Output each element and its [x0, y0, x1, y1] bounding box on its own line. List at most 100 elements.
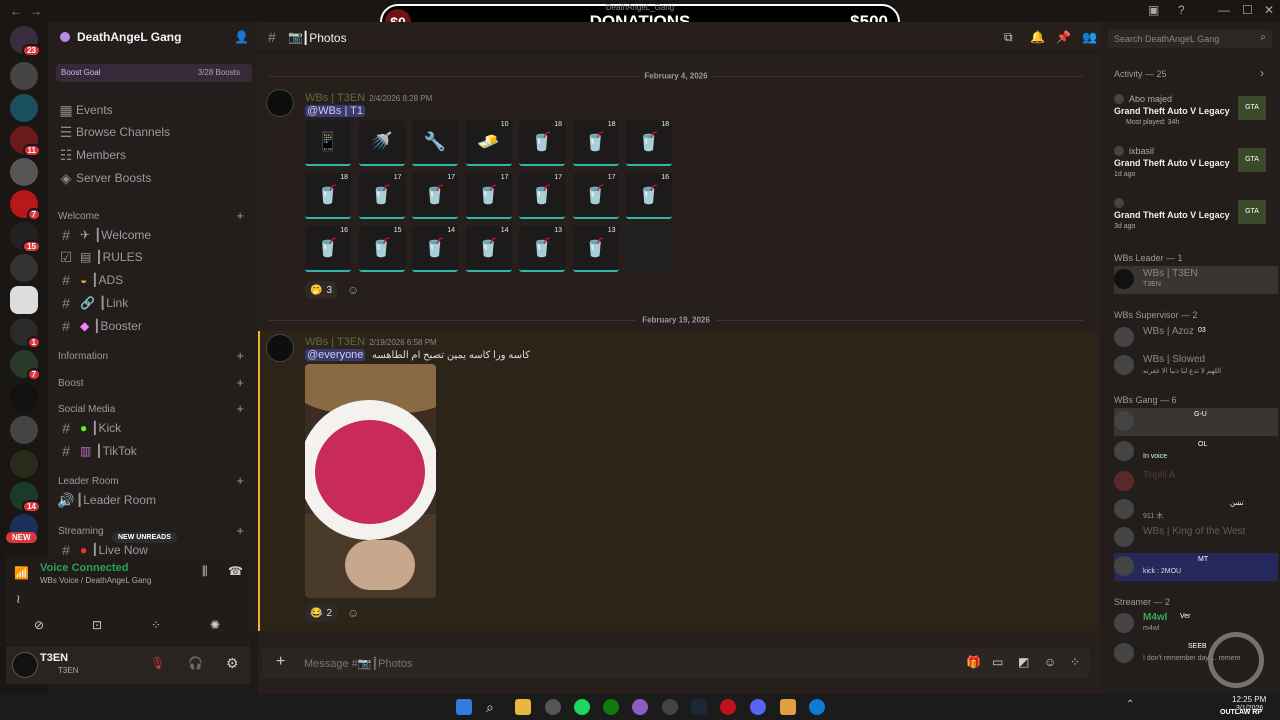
search-box[interactable]: Search DeathAngeL Gang ⌕	[1108, 30, 1272, 48]
channel-link[interactable]: # 🔗 ┃Link	[56, 293, 252, 313]
category-welcome[interactable]: Welcome	[58, 211, 100, 222]
disconnect-icon[interactable]: ☎	[228, 564, 243, 578]
app-icon[interactable]	[632, 699, 648, 715]
add-channel-icon[interactable]: +	[236, 348, 244, 363]
new-unreads-pill[interactable]: NEW UNREADS	[112, 532, 177, 543]
activity-item[interactable]: ixbasil Grand Theft Auto V Legacy 1d ago…	[1114, 144, 1278, 178]
server-icon[interactable]	[10, 450, 38, 478]
member-list-icon[interactable]: 👥	[1082, 30, 1097, 44]
server-icon[interactable]	[10, 384, 38, 412]
maximize-icon[interactable]: ☐	[1242, 3, 1253, 17]
add-channel-icon[interactable]: +	[236, 208, 244, 223]
add-channel-icon[interactable]: +	[236, 523, 244, 538]
category-social-media[interactable]: Social Media	[58, 404, 115, 415]
activities-icon[interactable]: ⁘	[151, 618, 161, 632]
edge-icon[interactable]	[809, 699, 825, 715]
channel-ads[interactable]: # ◒ ┃ADS	[56, 270, 252, 290]
message-composer[interactable]: + Message #📷┃Photos 🎁 ▭ ◩ ☺ ⁘	[262, 648, 1090, 678]
spotify-icon[interactable]	[574, 699, 590, 715]
signal-icon[interactable]: 📶	[14, 566, 29, 580]
apps-icon[interactable]: ⁘	[1070, 655, 1080, 669]
everyone-mention[interactable]: @everyone	[305, 349, 366, 361]
member-item[interactable]: M4wl Ver m4wl	[1114, 610, 1278, 638]
server-icon[interactable]: 7	[10, 190, 41, 221]
drink-photo[interactable]	[305, 364, 436, 598]
server-icon[interactable]: 7	[10, 350, 41, 381]
server-icon-selected[interactable]	[10, 286, 38, 314]
reaction[interactable]: 🤭 3	[305, 281, 338, 299]
message-author[interactable]: WBs | T3EN 2/4/2026 8:28 PM	[305, 92, 432, 104]
sticker-icon[interactable]: ◩	[1018, 655, 1029, 669]
message-input[interactable]: Message #📷┃Photos	[304, 657, 412, 670]
close-icon[interactable]: ✕	[1264, 3, 1274, 17]
chevron-right-icon[interactable]: ›	[1260, 66, 1264, 80]
category-leader-room[interactable]: Leader Room	[58, 476, 119, 487]
server-icon[interactable]	[10, 94, 38, 122]
category-boost[interactable]: Boost	[58, 378, 84, 389]
channel-rules[interactable]: ☑ ▤ ┃RULES	[56, 247, 252, 267]
channel-welcome[interactable]: # ✈ ┃Welcome	[56, 225, 252, 245]
app-icon[interactable]	[780, 699, 796, 715]
channel-tiktok[interactable]: # ▥ ┃TikTok	[56, 441, 252, 461]
bell-icon[interactable]: 🔔	[1030, 30, 1045, 44]
chevron-down-icon[interactable]: ⌄	[164, 30, 172, 41]
server-icon[interactable]: 14	[10, 482, 41, 513]
headphones-icon[interactable]: 🎧	[188, 656, 203, 670]
add-channel-icon[interactable]: +	[236, 401, 244, 416]
soundboard-icon[interactable]: ⫼	[202, 564, 208, 579]
member-item[interactable]: WBs | Slowed اللهم لا تدع لنا ذنبا الا غ…	[1114, 352, 1278, 380]
gear-icon[interactable]: ⚙	[226, 655, 239, 672]
server-icon[interactable]: 15	[10, 222, 41, 253]
server-icon[interactable]	[10, 158, 38, 186]
app-icon[interactable]	[662, 699, 678, 715]
category-streaming[interactable]: Streaming	[58, 526, 104, 537]
xbox-icon[interactable]	[603, 699, 619, 715]
activity-item[interactable]: Abo majed Grand Theft Auto V Legacy Most…	[1114, 92, 1278, 126]
help-icon[interactable]: ?	[1178, 3, 1185, 17]
opera-icon[interactable]	[720, 699, 736, 715]
back-arrow-icon[interactable]: ←	[10, 4, 22, 18]
members-link[interactable]: ☷ Members	[56, 145, 252, 165]
member-item[interactable]: OL In voice	[1114, 438, 1278, 466]
emoji-icon[interactable]: ☺	[1044, 655, 1056, 669]
category-information[interactable]: Information	[58, 351, 108, 362]
gift-icon[interactable]: 🎁	[966, 655, 981, 669]
soundboard-button-icon[interactable]: ✺	[210, 618, 220, 632]
member-item[interactable]: MT kick : 2MOU	[1114, 553, 1278, 581]
file-explorer-icon[interactable]	[515, 699, 531, 715]
search-input[interactable]: Search DeathAngeL Gang	[1114, 34, 1219, 44]
search-icon[interactable]: ⌕	[486, 699, 502, 715]
add-channel-icon[interactable]: +	[236, 473, 244, 488]
message-author[interactable]: WBs | T3EN 2/19/2026 6:58 PM	[305, 336, 437, 348]
avatar[interactable]	[266, 89, 294, 117]
add-user-icon[interactable]: 👤	[234, 30, 249, 44]
member-item[interactable]: Tripili A	[1114, 468, 1278, 496]
member-item[interactable]: G-U	[1114, 408, 1278, 436]
server-boosts-link[interactable]: ◈ Server Boosts	[56, 168, 252, 188]
minimize-icon[interactable]: —	[1218, 3, 1230, 17]
browse-channels-link[interactable]: ☰ Browse Channels	[56, 122, 252, 142]
boost-goal-bar[interactable]: Boost Goal 3/28 Boosts	[56, 64, 252, 82]
member-item[interactable]: WBs | Azoz 03	[1114, 324, 1278, 352]
discord-home-icon[interactable]: 23	[10, 26, 41, 57]
avatar[interactable]	[12, 652, 38, 678]
reaction[interactable]: 😂 2	[305, 604, 338, 622]
server-icon[interactable]: 1	[10, 318, 41, 349]
channel-kick[interactable]: # ● ┃Kick	[56, 418, 252, 438]
mic-muted-icon[interactable]: 🎙	[150, 656, 165, 670]
role-mention[interactable]: @WBs | T1	[305, 105, 365, 117]
inbox-icon[interactable]: ▣	[1148, 3, 1159, 17]
member-item[interactable]: WBs | King of the West	[1114, 524, 1278, 552]
forward-arrow-icon[interactable]: →	[30, 4, 42, 18]
windows-start-icon[interactable]	[456, 699, 472, 715]
pin-icon[interactable]: 📌	[1056, 30, 1071, 44]
plus-icon[interactable]: +	[276, 653, 285, 671]
add-channel-icon[interactable]: +	[236, 375, 244, 390]
steam-icon[interactable]	[691, 699, 707, 715]
server-icon[interactable]	[10, 416, 38, 444]
avatar[interactable]	[266, 334, 294, 362]
video-off-icon[interactable]: ⊘	[34, 618, 44, 632]
discord-icon[interactable]	[750, 699, 766, 715]
server-icon[interactable]	[10, 62, 38, 90]
settings-app-icon[interactable]	[545, 699, 561, 715]
